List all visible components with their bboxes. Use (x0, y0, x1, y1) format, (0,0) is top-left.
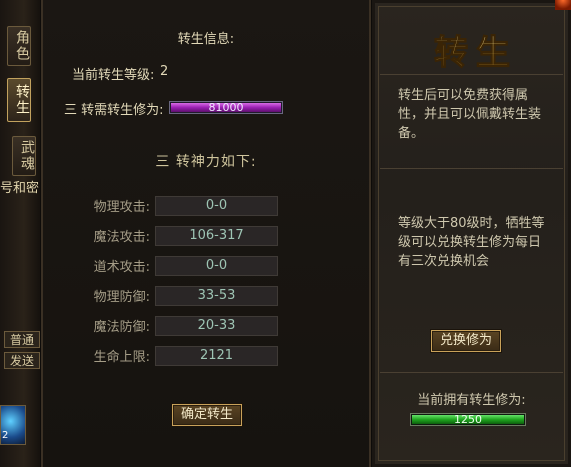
rebirth-title-text: 转生 (434, 33, 518, 73)
owned-cultivation-value: 1250 (454, 413, 482, 426)
stat-name-physical-defense: 物理防御: (93, 290, 150, 305)
owned-cultivation-label: 当前拥有转生修为: (417, 393, 526, 408)
stat-name-physical-attack: 物理攻击: (93, 200, 150, 215)
owned-cultivation-bar: 1250 (410, 413, 526, 426)
stat-name-taoist-attack: 道术攻击: (93, 260, 150, 275)
stat-name-max-hp: 生命上限: (93, 350, 150, 365)
current-level-label: 当前转生等级: (72, 68, 155, 83)
stat-value-physical-defense: 33-53 (155, 286, 278, 306)
panel-title: 转生信息: (177, 32, 235, 47)
rebirth-description: 转生后可以免费获得属性，并且可以佩戴转生装备。 (398, 88, 542, 141)
channel-normal-button[interactable]: 普通 (4, 331, 40, 348)
tab-martial-soul[interactable]: 武魂 (12, 136, 36, 176)
tab-character[interactable]: 角色 (7, 26, 31, 66)
exchange-cultivation-button[interactable]: 兑换修为 (431, 330, 501, 352)
stat-name-magic-defense: 魔法防御: (93, 320, 150, 335)
required-cultivation-label: 三 转需转生修为: (64, 103, 164, 118)
stat-value-taoist-attack: 0-0 (155, 256, 278, 276)
divider-mid (380, 168, 563, 169)
tab-rebirth[interactable]: 转生 (7, 78, 31, 122)
item-slot-count: 2 (2, 430, 9, 441)
exchange-info-text: 等级大于80级时，牺牲等级可以兑换转生修为每日有三次兑换机会 (398, 216, 545, 269)
stat-name-magic-attack: 魔法攻击: (93, 230, 150, 245)
stat-value-physical-attack: 0-0 (155, 196, 278, 216)
stat-value-magic-attack: 106-317 (155, 226, 278, 246)
partial-text: 号和密 (0, 181, 40, 196)
current-level-value: 2 (160, 64, 169, 79)
rebirth-title-calligraphy: 转生 (433, 32, 518, 73)
stat-value-max-hp: 2121 (155, 346, 278, 366)
confirm-rebirth-button[interactable]: 确定转生 (172, 404, 242, 426)
stat-value-magic-defense: 20-33 (155, 316, 278, 336)
divider-top (380, 74, 563, 75)
required-cultivation-bar: 81000 (169, 101, 283, 114)
corner-ornament (555, 0, 571, 10)
send-button[interactable]: 发送 (4, 352, 40, 369)
left-tab-strip (0, 0, 40, 467)
divider-bottom (380, 372, 563, 373)
divine-power-title: 三 转神力如下: (155, 154, 257, 170)
required-cultivation-value: 81000 (208, 101, 244, 114)
